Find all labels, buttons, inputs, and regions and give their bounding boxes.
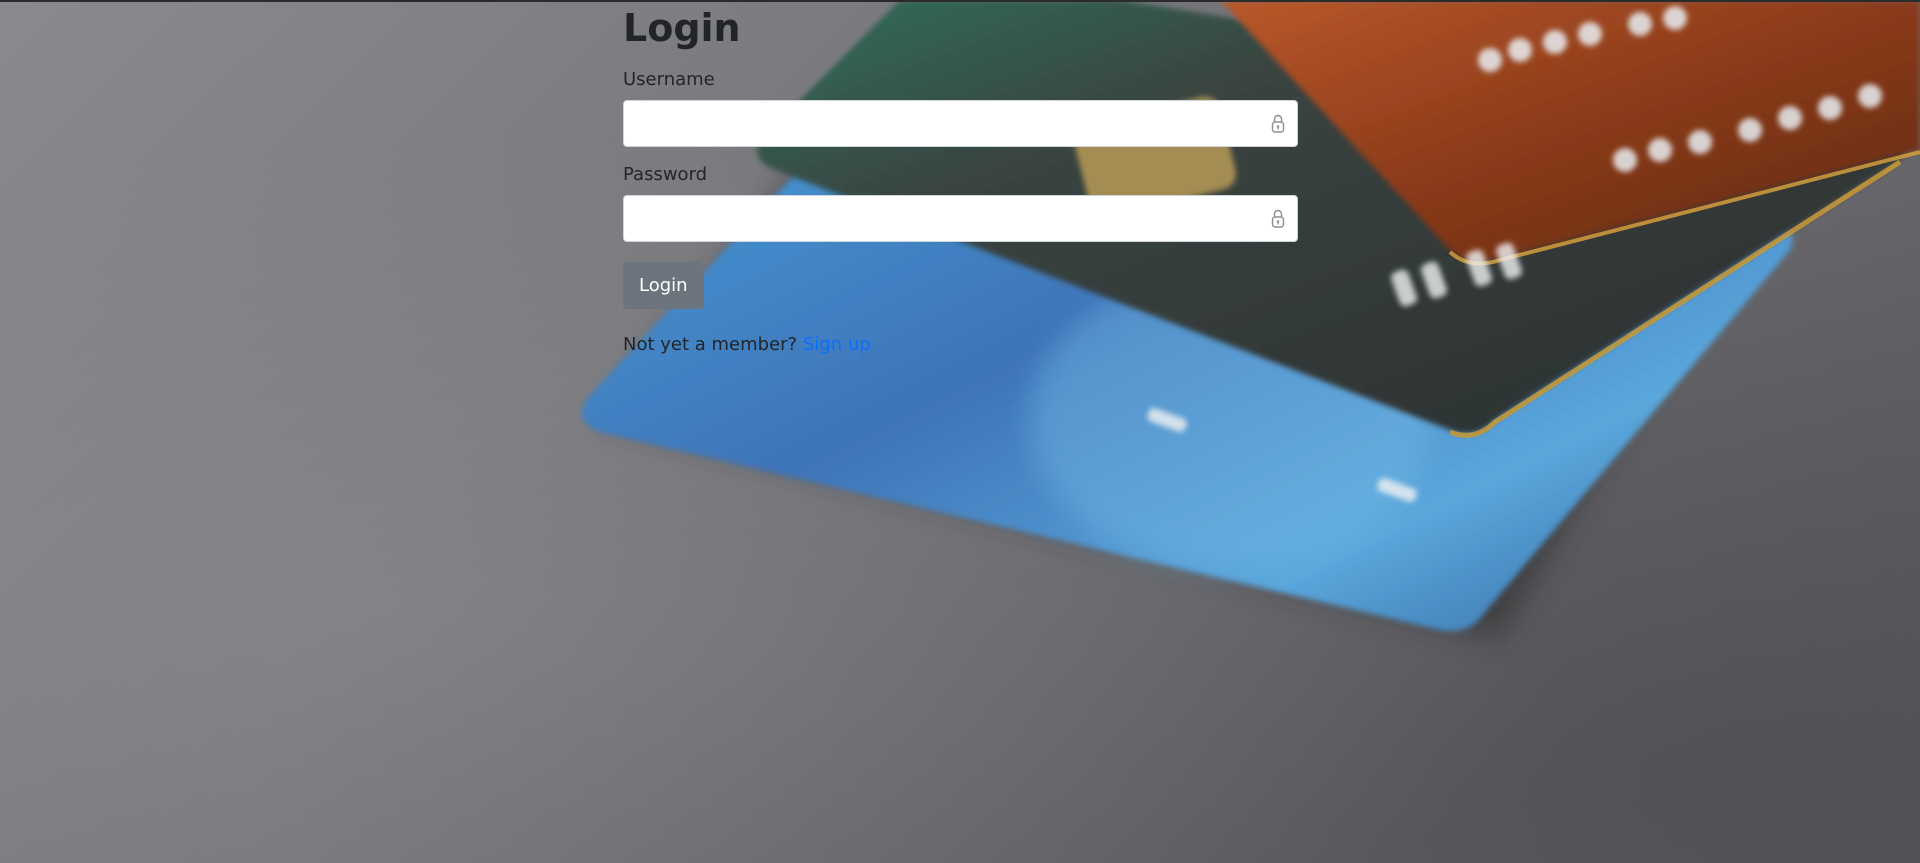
password-field-wrapper — [623, 195, 1298, 242]
username-field-wrapper — [623, 100, 1298, 147]
signup-prompt-text: Not yet a member? — [623, 334, 798, 355]
username-label: Username — [623, 69, 715, 90]
password-label: Password — [623, 164, 708, 185]
lock-icon — [1271, 209, 1285, 228]
login-button[interactable]: Login — [623, 262, 704, 309]
lock-icon — [1271, 114, 1285, 133]
page-title: Login — [623, 6, 741, 50]
signup-link[interactable]: Sign up — [803, 334, 871, 355]
signup-prompt-row: Not yet a member? Sign up — [623, 334, 1298, 356]
username-input[interactable] — [623, 100, 1298, 147]
password-input[interactable] — [623, 195, 1298, 242]
login-form: Login Username Password Login Not yet a … — [623, 0, 1298, 356]
